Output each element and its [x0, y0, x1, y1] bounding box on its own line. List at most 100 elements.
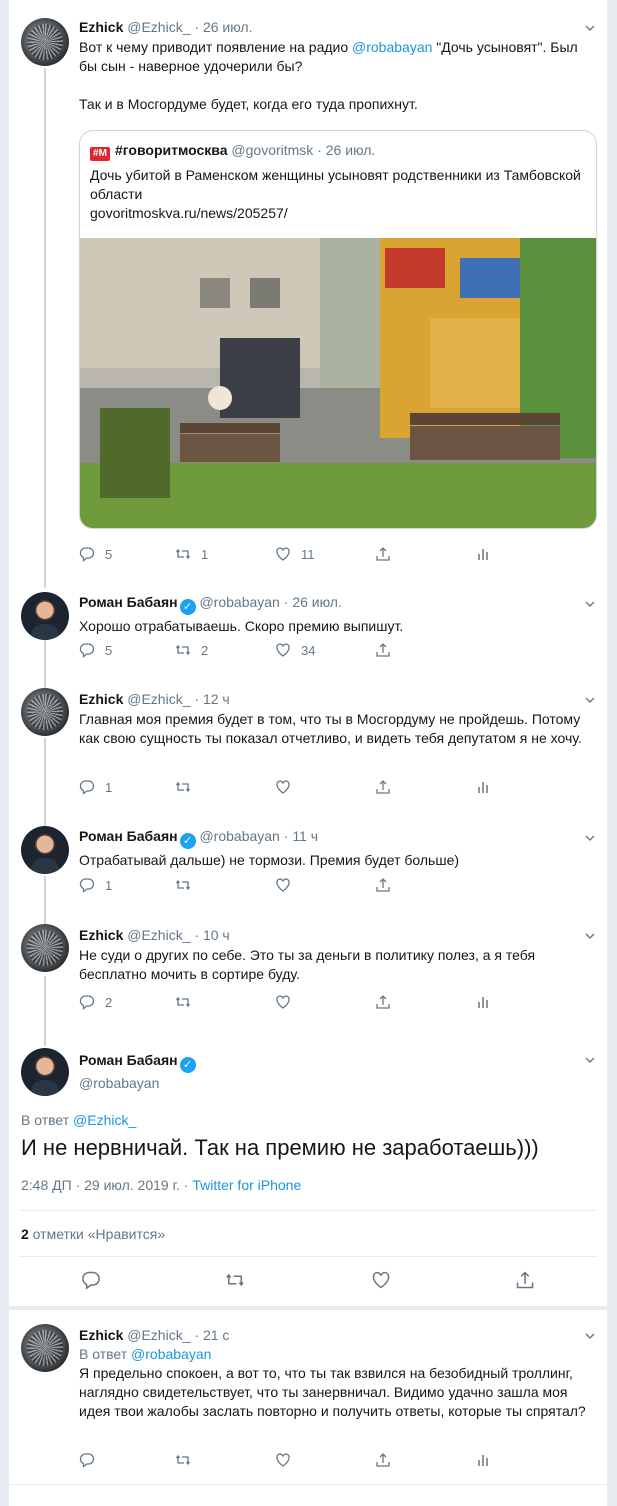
share-button[interactable]	[515, 1270, 545, 1292]
like-button[interactable]	[371, 1270, 401, 1292]
reply-button[interactable]	[79, 1452, 105, 1470]
reply-button[interactable]: 1	[79, 877, 112, 895]
share-button[interactable]	[375, 877, 401, 895]
tweet[interactable]: Ezhick @Ezhick_ · 10 ч Не суди о других …	[9, 914, 607, 1032]
like-icon	[276, 1453, 290, 1467]
chevron-down-icon[interactable]	[585, 692, 595, 703]
tweet[interactable]: Ezhick @Ezhick_ · 26 июл. Вот к чему при…	[9, 0, 607, 580]
author-name[interactable]: Ezhick	[79, 1327, 123, 1343]
tweet-actions: 5 2 34	[79, 642, 499, 660]
tweet-actions: 2	[79, 994, 499, 1012]
author-name[interactable]: Роман Бабаян	[79, 828, 178, 844]
retweet-button[interactable]: 1	[175, 546, 208, 564]
avatar[interactable]	[21, 18, 69, 66]
main-tweet-author[interactable]: Роман Бабаян ✓ @robabayan	[79, 1052, 595, 1091]
retweet-button[interactable]	[175, 994, 201, 1012]
tweet-actions: 5 1 11	[79, 546, 499, 564]
tweet-time[interactable]: 12 ч	[203, 691, 230, 707]
analytics-button[interactable]	[475, 1452, 501, 1470]
chevron-down-icon[interactable]	[585, 1052, 595, 1063]
tweet-time[interactable]: 11 ч	[292, 828, 318, 844]
chevron-down-icon[interactable]	[585, 20, 595, 31]
retweet-button[interactable]	[175, 779, 201, 797]
avatar[interactable]	[21, 1324, 69, 1372]
reply-icon	[82, 1271, 100, 1290]
author-name[interactable]: Ezhick	[79, 19, 123, 35]
quoted-media-image[interactable]	[80, 238, 596, 528]
tweet[interactable]: Ezhick @Ezhick_ · 12 ч Главная моя преми…	[9, 678, 607, 814]
likes-stat[interactable]: 2 отметки «Нравится»	[21, 1226, 165, 1242]
author-handle[interactable]: @Ezhick_	[127, 1327, 190, 1343]
reply-button[interactable]	[81, 1270, 111, 1292]
reply-button[interactable]: 2	[79, 994, 112, 1012]
like-button[interactable]	[275, 994, 301, 1012]
like-button[interactable]	[275, 1452, 301, 1470]
tweet[interactable]: Роман Бабаян ✓ @robabayan · 26 июл. Хорош…	[9, 582, 607, 678]
author-name[interactable]: Ezhick	[79, 691, 123, 707]
like-button[interactable]	[275, 779, 301, 797]
tweet-time[interactable]: 26 июл.	[292, 594, 342, 610]
analytics-button[interactable]	[475, 994, 501, 1012]
share-button[interactable]	[375, 642, 401, 660]
reply-to-link[interactable]: @robabayan	[131, 1346, 211, 1362]
chevron-down-icon[interactable]	[585, 928, 595, 939]
author-handle[interactable]: @robabayan	[199, 594, 279, 610]
chevron-down-icon[interactable]	[585, 1328, 595, 1339]
source-link[interactable]: Twitter for iPhone	[192, 1177, 301, 1193]
reply-button[interactable]: 1	[79, 779, 112, 797]
author-handle[interactable]: @Ezhick_	[127, 927, 190, 943]
reply-button[interactable]: 5	[79, 642, 112, 660]
author-name[interactable]: Ezhick	[79, 927, 123, 943]
like-count: 11	[301, 547, 315, 562]
timestamp-text[interactable]: 2:48 ДП · 29 июл. 2019 г. ·	[21, 1177, 192, 1193]
analytics-button[interactable]	[475, 546, 501, 564]
like-icon	[372, 1271, 390, 1289]
tweet-text: Главная моя премия будет в том, что ты в…	[79, 711, 582, 746]
like-button[interactable]	[275, 877, 301, 895]
share-button[interactable]	[375, 1452, 401, 1470]
author-handle[interactable]: @Ezhick_	[127, 691, 190, 707]
author-handle[interactable]: @robabayan	[199, 828, 279, 844]
tweet-time[interactable]: 21 с	[203, 1327, 229, 1343]
share-icon	[376, 878, 390, 892]
tweet-time[interactable]: 10 ч	[203, 927, 230, 943]
tweet[interactable]: Ezhick @Ezhick_ · 21 с В ответ @robabaya…	[9, 1312, 607, 1482]
share-button[interactable]	[375, 546, 401, 564]
avatar[interactable]	[21, 826, 69, 874]
reply-icon	[79, 643, 95, 658]
tweet-timestamp: 2:48 ДП · 29 июл. 2019 г. · Twitter for …	[21, 1177, 301, 1193]
like-button[interactable]: 34	[275, 642, 315, 660]
quoted-tweet-time: 26 июл.	[325, 142, 376, 158]
reply-icon	[79, 995, 95, 1010]
author-handle[interactable]: @Ezhick_	[127, 19, 190, 35]
share-button[interactable]	[375, 779, 401, 797]
like-button[interactable]: 11	[275, 546, 315, 564]
reply-button[interactable]: 5	[79, 546, 112, 564]
avatar[interactable]	[21, 924, 69, 972]
retweet-button[interactable]	[175, 1452, 201, 1470]
chevron-down-icon[interactable]	[585, 830, 595, 841]
retweet-button[interactable]	[225, 1270, 255, 1292]
share-icon	[376, 1453, 390, 1467]
timeline: Ezhick @Ezhick_ · 26 июл. Вот к чему при…	[8, 0, 608, 1506]
mention-link[interactable]: @robabayan	[352, 39, 432, 55]
avatar[interactable]	[21, 592, 69, 640]
retweet-button[interactable]	[175, 877, 201, 895]
tweet-time[interactable]: 26 июл.	[203, 19, 253, 35]
author-name[interactable]: Роман Бабаян	[79, 594, 178, 610]
reply-prefix: В ответ	[21, 1112, 74, 1128]
reply-count: 1	[105, 878, 113, 893]
quoted-tweet[interactable]: #M #говоритмосква @govoritmsk · 26 июл. Д…	[79, 130, 597, 529]
avatar[interactable]	[21, 688, 69, 736]
analytics-button[interactable]	[475, 779, 501, 797]
chevron-down-icon[interactable]	[585, 596, 595, 607]
share-button[interactable]	[375, 994, 401, 1012]
like-count: 34	[301, 643, 316, 658]
reply-to-link[interactable]: @Ezhick_	[73, 1112, 136, 1128]
tweet[interactable]: Роман Бабаян ✓ @robabayan · 11 ч Отрабаты…	[9, 816, 607, 912]
avatar[interactable]	[21, 1048, 69, 1096]
like-icon	[276, 547, 290, 561]
like-icon	[276, 643, 290, 657]
retweet-button[interactable]: 2	[175, 642, 208, 660]
tweet-text: Вот к чему приводит появление на радио @…	[79, 38, 595, 76]
